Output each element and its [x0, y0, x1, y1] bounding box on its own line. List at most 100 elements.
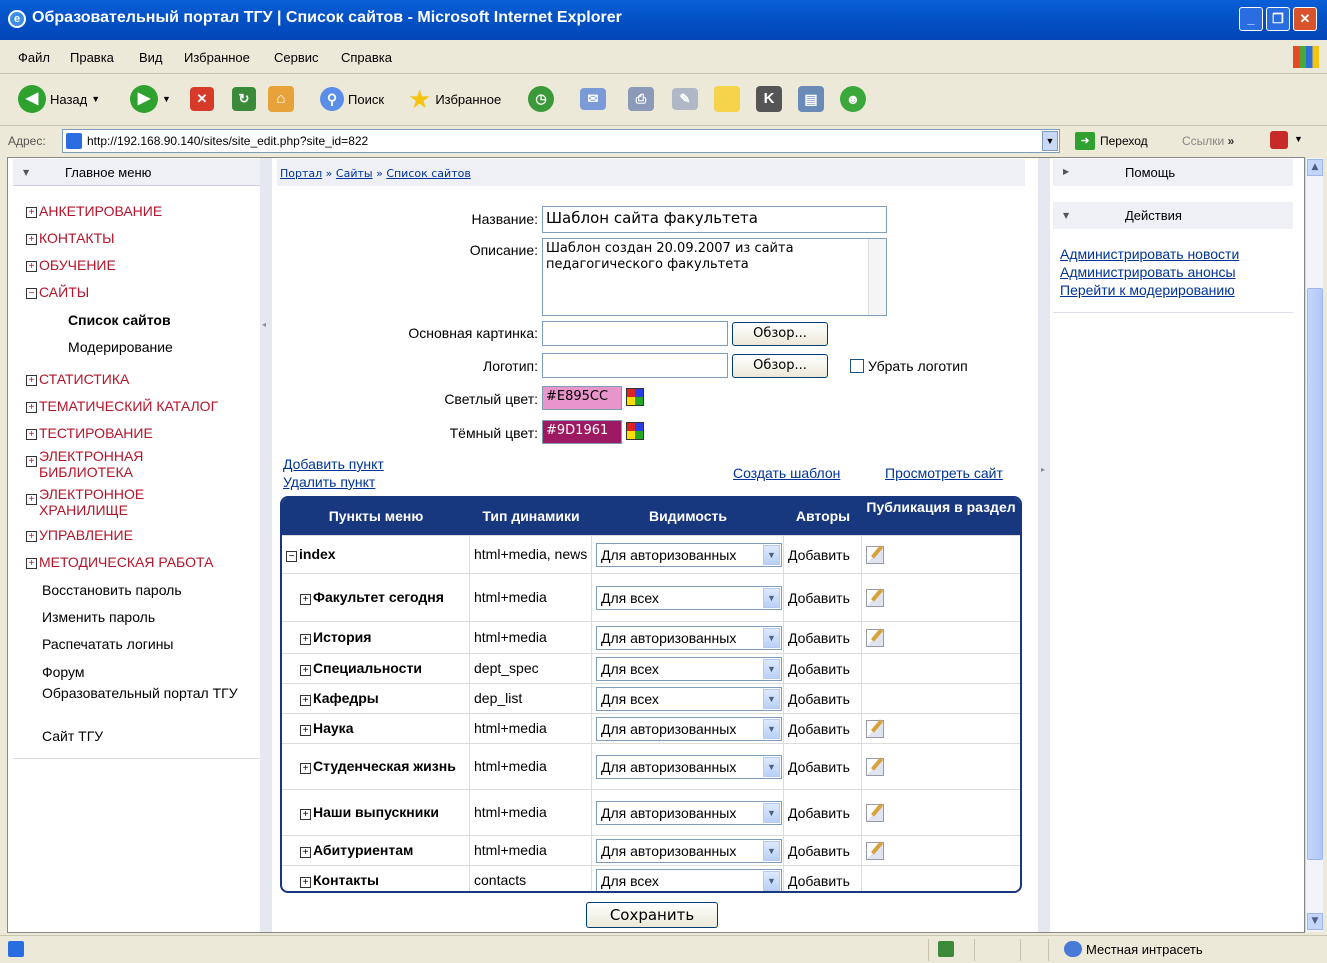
expand-plus-icon[interactable]: +: [300, 763, 311, 774]
menu-item-change-password[interactable]: Изменить пароль: [42, 609, 155, 625]
visibility-select[interactable]: Для всех ▼: [596, 585, 782, 610]
chevron-down-icon[interactable]: ▼: [763, 718, 780, 739]
main-menu-header[interactable]: ▼ Главное меню: [13, 159, 260, 186]
visibility-select[interactable]: Для авторизованных ▼: [596, 542, 782, 567]
vertical-scrollbar[interactable]: ▲ ▼: [1305, 158, 1323, 932]
right-splitter[interactable]: ▸: [1038, 158, 1050, 932]
menu-item-sites[interactable]: − САЙТЫ: [26, 284, 89, 300]
messenger-button[interactable]: ☻: [840, 84, 866, 114]
chevron-down-icon[interactable]: ▼: [763, 587, 780, 608]
home-button[interactable]: ⌂: [268, 84, 294, 114]
main-image-input[interactable]: [542, 321, 728, 346]
close-button[interactable]: ✕: [1293, 7, 1317, 31]
dark-color-picker-icon[interactable]: [626, 422, 644, 440]
scroll-down-button[interactable]: ▼: [1307, 913, 1323, 930]
menu-item-statistics[interactable]: + СТАТИСТИКА: [26, 371, 129, 387]
address-dropdown-button[interactable]: ▼: [1042, 131, 1058, 151]
expand-plus-icon[interactable]: +: [300, 665, 311, 676]
edit-publication-icon[interactable]: [866, 545, 884, 564]
breadcrumb-portal[interactable]: Портал: [280, 167, 322, 180]
chevron-down-icon[interactable]: ▼: [763, 688, 780, 709]
forward-button[interactable]: ▶ ▼: [130, 84, 171, 114]
chevron-down-icon[interactable]: ▼: [763, 802, 780, 823]
menu-help[interactable]: Справка: [341, 50, 392, 65]
menu-favorites[interactable]: Избранное: [184, 50, 250, 65]
view-site-link[interactable]: Просмотреть сайт: [885, 465, 1003, 481]
add-author-link[interactable]: Добавить: [788, 721, 850, 737]
add-author-link[interactable]: Добавить: [788, 805, 850, 821]
logo-browse-button[interactable]: Обзор...: [732, 354, 828, 378]
breadcrumb-sites[interactable]: Сайты: [336, 167, 373, 180]
menu-item-portal[interactable]: Образовательный портал ТГУ: [42, 685, 247, 701]
visibility-select[interactable]: Для всех ▼: [596, 686, 782, 711]
add-author-link[interactable]: Добавить: [788, 759, 850, 775]
menu-item-anketirovanie[interactable]: + АНКЕТИРОВАНИЕ: [26, 203, 162, 219]
admin-news-link[interactable]: Администрировать новости: [1060, 246, 1239, 262]
edit-publication-icon[interactable]: [866, 588, 884, 607]
add-author-link[interactable]: Добавить: [788, 691, 850, 707]
add-author-link[interactable]: Добавить: [788, 661, 850, 677]
menu-item-sites-list[interactable]: Список сайтов: [68, 312, 171, 328]
scroll-thumb[interactable]: [1307, 288, 1323, 860]
left-splitter[interactable]: ◂: [260, 158, 272, 932]
scroll-up-button[interactable]: ▲: [1307, 159, 1323, 176]
add-author-link[interactable]: Добавить: [788, 590, 850, 606]
menu-item-storage[interactable]: + ЭЛЕКТРОННОЕ ХРАНИЛИЩЕ: [26, 486, 176, 518]
menu-item-restore-password[interactable]: Восстановить пароль: [42, 582, 182, 598]
edit-button[interactable]: ✎: [672, 84, 698, 114]
collapse-minus-icon[interactable]: −: [286, 551, 297, 562]
menu-item-testing[interactable]: + ТЕСТИРОВАНИЕ: [26, 425, 153, 441]
description-textarea[interactable]: Шаблон создан 20.09.2007 из сайта педаго…: [542, 238, 887, 316]
help-header[interactable]: ▶ Помощь: [1053, 159, 1293, 186]
main-image-browse-button[interactable]: Обзор...: [732, 322, 828, 346]
visibility-select[interactable]: Для авторизованных ▼: [596, 716, 782, 741]
menu-item-management[interactable]: + УПРАВЛЕНИЕ: [26, 527, 133, 543]
name-input[interactable]: Шаблон сайта факультета: [542, 206, 887, 233]
add-author-link[interactable]: Добавить: [788, 630, 850, 646]
go-button[interactable]: ➜ Переход: [1075, 132, 1148, 150]
menu-item-contacts[interactable]: + КОНТАКТЫ: [26, 230, 115, 246]
expand-plus-icon[interactable]: +: [300, 634, 311, 645]
expand-plus-icon[interactable]: +: [300, 877, 311, 888]
save-button[interactable]: Сохранить: [586, 902, 718, 928]
light-color-input[interactable]: #E895CC: [542, 386, 622, 410]
add-author-link[interactable]: Добавить: [788, 547, 850, 563]
add-author-link[interactable]: Добавить: [788, 873, 850, 889]
menu-tools[interactable]: Сервис: [274, 50, 319, 65]
menu-view[interactable]: Вид: [139, 50, 163, 65]
actions-header[interactable]: ▼ Действия: [1053, 202, 1293, 229]
chevron-down-icon[interactable]: ▼: [763, 658, 780, 679]
add-item-link[interactable]: Добавить пункт: [283, 456, 384, 472]
chevron-down-icon[interactable]: ▼: [763, 544, 780, 565]
visibility-select[interactable]: Для авторизованных ▼: [596, 625, 782, 650]
delete-item-link[interactable]: Удалить пункт: [283, 474, 375, 490]
k-button[interactable]: K: [756, 84, 782, 114]
edit-publication-icon[interactable]: [866, 757, 884, 776]
expand-plus-icon[interactable]: +: [300, 725, 311, 736]
expand-plus-icon[interactable]: +: [300, 594, 311, 605]
menu-item-methodical[interactable]: + МЕТОДИЧЕСКАЯ РАБОТА: [26, 554, 213, 570]
back-button[interactable]: ◀ Назад ▼: [18, 84, 100, 114]
maximize-button[interactable]: ❐: [1266, 7, 1290, 31]
search-button[interactable]: ⚲ Поиск: [320, 84, 384, 114]
menu-file[interactable]: Файл: [18, 50, 50, 65]
chevron-down-icon[interactable]: ▼: [763, 870, 780, 891]
menu-item-print-logins[interactable]: Распечатать логины: [42, 636, 174, 652]
history-button[interactable]: ◷: [528, 84, 554, 114]
menu-edit[interactable]: Правка: [70, 50, 114, 65]
textarea-scrollbar[interactable]: [868, 239, 886, 315]
favorites-button[interactable]: ★ Избранное: [408, 84, 501, 114]
menu-item-library[interactable]: + ЭЛЕКТРОННАЯ БИБЛИОТЕКА: [26, 448, 176, 480]
chevron-down-icon[interactable]: ▼: [1294, 134, 1303, 144]
create-template-link[interactable]: Создать шаблон: [733, 465, 840, 481]
mail-button[interactable]: ✉: [580, 84, 606, 114]
notes-button[interactable]: [714, 84, 740, 114]
chevron-down-icon[interactable]: ▼: [763, 756, 780, 777]
menu-item-education[interactable]: + ОБУЧЕНИЕ: [26, 257, 116, 273]
print-button[interactable]: ⎙: [628, 84, 654, 114]
admin-announcements-link[interactable]: Администрировать анонсы: [1060, 264, 1236, 280]
add-author-link[interactable]: Добавить: [788, 843, 850, 859]
adobe-icon[interactable]: [1270, 131, 1288, 149]
minimize-button[interactable]: _: [1239, 7, 1263, 31]
remove-logo-checkbox[interactable]: [850, 359, 864, 373]
